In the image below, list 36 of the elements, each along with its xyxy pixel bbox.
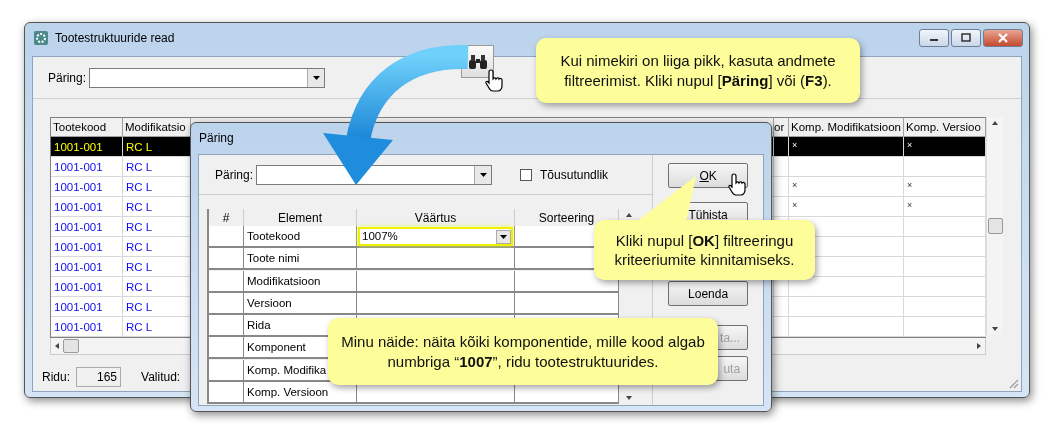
table-cell: Tootekood	[244, 226, 357, 249]
query-label: Päring:	[215, 166, 254, 184]
table-cell: RC L	[123, 137, 191, 157]
table-cell: 1001-001	[51, 257, 123, 277]
dialog-button[interactable]: Loenda	[668, 281, 749, 306]
table-cell: ×	[789, 137, 904, 157]
column-header: or	[774, 118, 789, 137]
column-header: Komp. Modifikatsioon	[789, 118, 904, 137]
table-cell: ×	[789, 197, 904, 217]
table-cell: Toote nimi	[244, 248, 357, 271]
callout-text: Kliki nupul [OK] filtreeringu kriteeriumite kinnitamiseks.	[613, 230, 796, 270]
window-title: Tootestruktuuride read	[55, 30, 175, 47]
rows-count-label: Ridu:	[42, 369, 70, 386]
table-cell: 1001-001	[51, 237, 123, 257]
table-cell: 1001-001	[51, 317, 123, 337]
table-cell: 1001-001	[51, 197, 123, 217]
table-cell: 1001-001	[51, 297, 123, 317]
selected-count-label: Valitud:	[141, 369, 181, 386]
query-label: Päring:	[48, 69, 87, 87]
table-cell: Versioon	[244, 292, 357, 315]
table-cell: Modifikatsioon	[244, 270, 357, 293]
table-cell: ×	[789, 177, 904, 197]
dialog-title: Päring	[199, 130, 234, 147]
column-header: Tootekood	[51, 118, 123, 137]
value-field[interactable]: 1007%	[358, 227, 513, 247]
column-header: Komp. Versioo	[904, 118, 986, 137]
table-cell: 1001-001	[51, 277, 123, 297]
checkbox-label: Tõusutundlik	[540, 166, 609, 184]
table-cell: 1001-001	[51, 137, 123, 157]
callout-text: Kui nimekiri on liiga pikk, kasuta andmete filtreerimist. Kliki nupul [Päring] või (F3).	[559, 51, 837, 90]
table-cell: ×	[904, 137, 986, 157]
table-cell: 1001-001	[51, 217, 123, 237]
table-cell: 1001-001	[51, 177, 123, 197]
rows-count-field: 165	[76, 367, 121, 387]
column-header: Modifikatsio	[123, 118, 191, 137]
table-cell: 1001-001	[51, 157, 123, 177]
